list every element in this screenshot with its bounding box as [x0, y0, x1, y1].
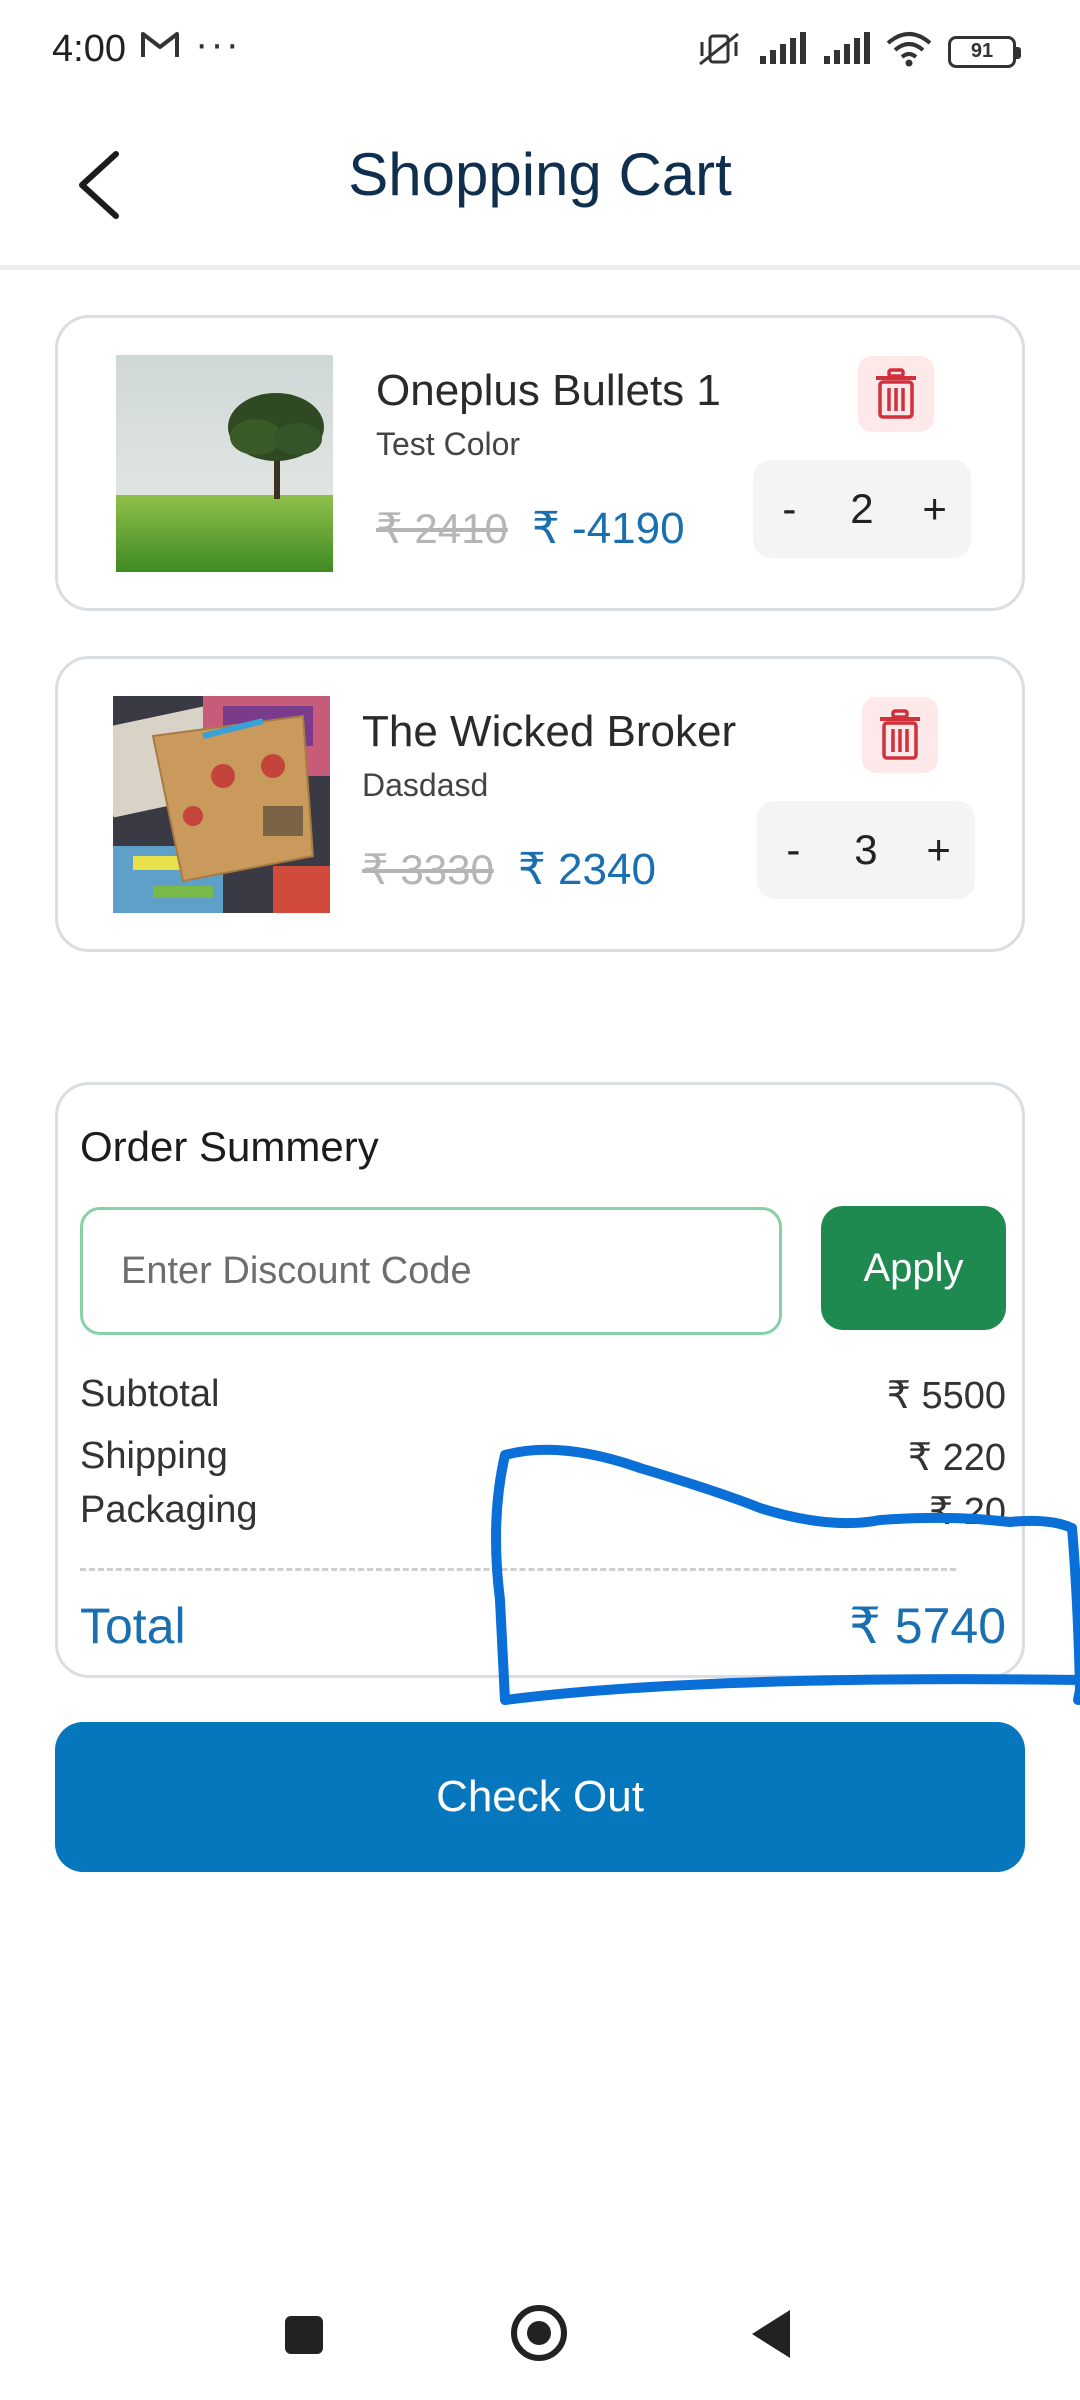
- status-time: 4:00: [52, 28, 126, 70]
- quantity-value: 2: [850, 485, 874, 532]
- product-name: Oneplus Bullets 1: [376, 366, 721, 415]
- subtotal-row: Subtotal ₹ 5500: [80, 1373, 1006, 1418]
- home-icon[interactable]: [511, 2305, 567, 2361]
- cart-item: The Wicked Broker Dasdasd ₹ 3330 ₹ 2340 …: [55, 656, 1025, 952]
- product-name: The Wicked Broker: [362, 707, 737, 756]
- total-label: Total: [80, 1598, 186, 1654]
- subtotal-label: Subtotal: [80, 1373, 220, 1415]
- price-row: ₹ 2410 ₹ -4190: [376, 503, 685, 554]
- checkout-button[interactable]: Check Out: [55, 1722, 1025, 1872]
- more-icon: ···: [195, 22, 241, 66]
- mute-vibrate-icon: [696, 30, 742, 73]
- product-image: [116, 355, 333, 572]
- price-row: ₹ 3330 ₹ 2340: [362, 844, 656, 895]
- apply-discount-button[interactable]: Apply: [821, 1206, 1006, 1330]
- product-image: [113, 696, 330, 913]
- cart-item: Oneplus Bullets 1 Test Color ₹ 2410 ₹ -4…: [55, 315, 1025, 611]
- delete-item-button[interactable]: [862, 697, 938, 773]
- increment-button[interactable]: +: [915, 485, 955, 533]
- app-header: Shopping Cart: [0, 110, 1080, 270]
- packaging-label: Packaging: [80, 1489, 258, 1531]
- system-nav-bar: [0, 2280, 1080, 2390]
- original-price: ₹ 3330: [362, 846, 494, 893]
- recents-icon[interactable]: [285, 2316, 323, 2354]
- current-price: ₹ -4190: [531, 504, 685, 553]
- gmail-icon: [140, 30, 180, 65]
- signal-icon: [758, 32, 806, 71]
- trash-icon: [876, 368, 916, 419]
- decrement-button[interactable]: -: [773, 826, 813, 874]
- shipping-row: Shipping ₹ 220: [80, 1435, 1006, 1480]
- back-icon[interactable]: [752, 2310, 790, 2358]
- increment-button[interactable]: +: [919, 826, 959, 874]
- signal-icon: [822, 32, 870, 71]
- delete-item-button[interactable]: [858, 356, 934, 432]
- subtotal-value: ₹ 5500: [886, 1375, 1006, 1417]
- quantity-stepper: - 2 +: [753, 460, 971, 558]
- quantity-value: 3: [854, 826, 878, 873]
- wifi-icon: [886, 31, 932, 72]
- shipping-value: ₹ 220: [907, 1437, 1006, 1479]
- product-variant: Dasdasd: [362, 767, 489, 803]
- trash-icon: [880, 709, 920, 760]
- battery-icon: 91: [948, 35, 1021, 68]
- current-price: ₹ 2340: [517, 845, 656, 894]
- order-summary-title: Order Summery: [80, 1123, 379, 1170]
- summary-divider: [80, 1568, 956, 1571]
- original-price: ₹ 2410: [376, 505, 508, 552]
- total-row: Total ₹ 5740: [80, 1597, 1006, 1655]
- packaging-value: ₹ 20: [928, 1491, 1006, 1533]
- decrement-button[interactable]: -: [769, 485, 809, 533]
- battery-level: 91: [970, 40, 994, 62]
- status-bar: 4:00 ··· 91: [0, 0, 1080, 110]
- shipping-label: Shipping: [80, 1435, 228, 1477]
- page-title: Shopping Cart: [348, 141, 732, 208]
- order-summary-card: Order Summery Apply Subtotal ₹ 5500 Ship…: [55, 1082, 1025, 1678]
- status-icons: 91: [696, 30, 1021, 73]
- quantity-stepper: - 3 +: [757, 801, 975, 899]
- packaging-row: Packaging ₹ 20: [80, 1489, 1006, 1534]
- product-variant: Test Color: [376, 426, 521, 462]
- total-value: ₹ 5740: [849, 1598, 1006, 1654]
- discount-code-input[interactable]: [80, 1207, 782, 1335]
